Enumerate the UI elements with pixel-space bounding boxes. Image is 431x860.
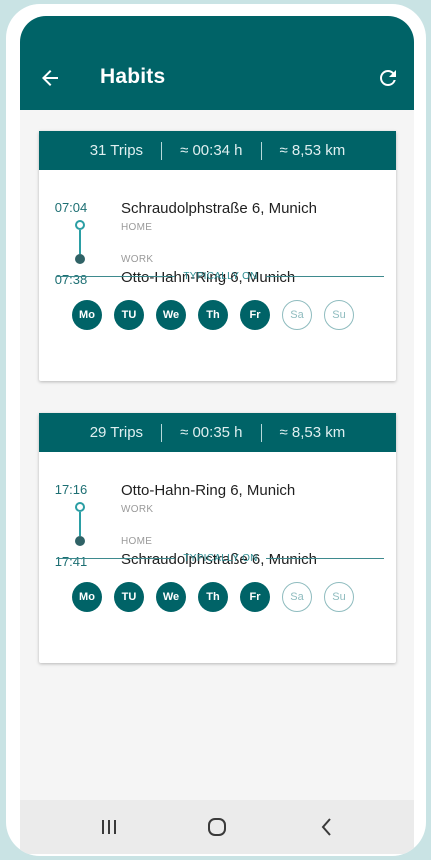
destination-marker: [75, 254, 85, 264]
origin-marker: [75, 220, 85, 230]
arrow-back-icon[interactable]: [38, 66, 62, 90]
recent-apps-icon[interactable]: [96, 814, 122, 840]
page-title: Habits: [100, 65, 166, 88]
home-icon[interactable]: [204, 814, 230, 840]
day-tuesday[interactable]: TU: [114, 300, 144, 330]
day-wednesday[interactable]: We: [156, 582, 186, 612]
day-friday[interactable]: Fr: [240, 300, 270, 330]
origin-address: Schraudolphstraße 6, Munich: [121, 200, 317, 217]
day-monday[interactable]: Mo: [72, 300, 102, 330]
destination-marker: [75, 536, 85, 546]
day-saturday[interactable]: Sa: [282, 300, 312, 330]
nav-back-icon[interactable]: [314, 814, 340, 840]
day-monday[interactable]: Mo: [72, 582, 102, 612]
origin-address: Otto-Hahn-Ring 6, Munich: [121, 482, 296, 499]
day-thursday[interactable]: Th: [198, 582, 228, 612]
typically-on-divider: TYPICALLY ON: [57, 553, 384, 564]
trip-count: 29 Trips: [89, 424, 144, 441]
start-time: 07:04: [54, 200, 88, 215]
trip-duration: ≈ 00:35 h: [180, 424, 243, 441]
divider-line: [57, 276, 176, 277]
origin-tag: HOME: [121, 222, 153, 233]
divider-line: [265, 276, 384, 277]
origin-tag: WORK: [121, 504, 154, 515]
habit-card[interactable]: 29 Trips ≈ 00:35 h ≈ 8,53 km 17:16 17:41…: [39, 413, 396, 663]
weekday-row: Mo TU We Th Fr Sa Su: [72, 300, 354, 330]
divider-line: [57, 558, 176, 559]
day-sunday[interactable]: Su: [324, 300, 354, 330]
typically-on-divider: TYPICALLY ON: [57, 271, 384, 282]
trip-count: 31 Trips: [89, 142, 144, 159]
habit-card[interactable]: 31 Trips ≈ 00:34 h ≈ 8,53 km 07:04 07:38…: [39, 131, 396, 381]
habit-summary: 31 Trips ≈ 00:34 h ≈ 8,53 km: [39, 131, 396, 170]
day-saturday[interactable]: Sa: [282, 582, 312, 612]
day-thursday[interactable]: Th: [198, 300, 228, 330]
habits-list: 31 Trips ≈ 00:34 h ≈ 8,53 km 07:04 07:38…: [20, 110, 414, 800]
start-time: 17:16: [54, 482, 88, 497]
typically-on-label: TYPICALLY ON: [183, 271, 258, 282]
app-screen: Habits 31 Trips ≈ 00:34 h ≈ 8,53 km 07:0…: [20, 16, 414, 854]
weekday-row: Mo TU We Th Fr Sa Su: [72, 582, 354, 612]
destination-tag: WORK: [121, 254, 154, 265]
habit-summary: 29 Trips ≈ 00:35 h ≈ 8,53 km: [39, 413, 396, 452]
day-friday[interactable]: Fr: [240, 582, 270, 612]
divider-line: [265, 558, 384, 559]
refresh-icon[interactable]: [376, 66, 400, 90]
day-sunday[interactable]: Su: [324, 582, 354, 612]
route-line: [79, 230, 81, 254]
day-tuesday[interactable]: TU: [114, 582, 144, 612]
destination-tag: HOME: [121, 536, 153, 547]
system-nav-bar: [20, 800, 414, 854]
phone-frame: Habits 31 Trips ≈ 00:34 h ≈ 8,53 km 07:0…: [6, 4, 426, 856]
trip-duration: ≈ 00:34 h: [180, 142, 243, 159]
route-line: [79, 512, 81, 536]
day-wednesday[interactable]: We: [156, 300, 186, 330]
trip-distance: ≈ 8,53 km: [279, 142, 346, 159]
origin-marker: [75, 502, 85, 512]
typically-on-label: TYPICALLY ON: [183, 553, 258, 564]
app-bar: Habits: [20, 16, 414, 110]
trip-distance: ≈ 8,53 km: [279, 424, 346, 441]
